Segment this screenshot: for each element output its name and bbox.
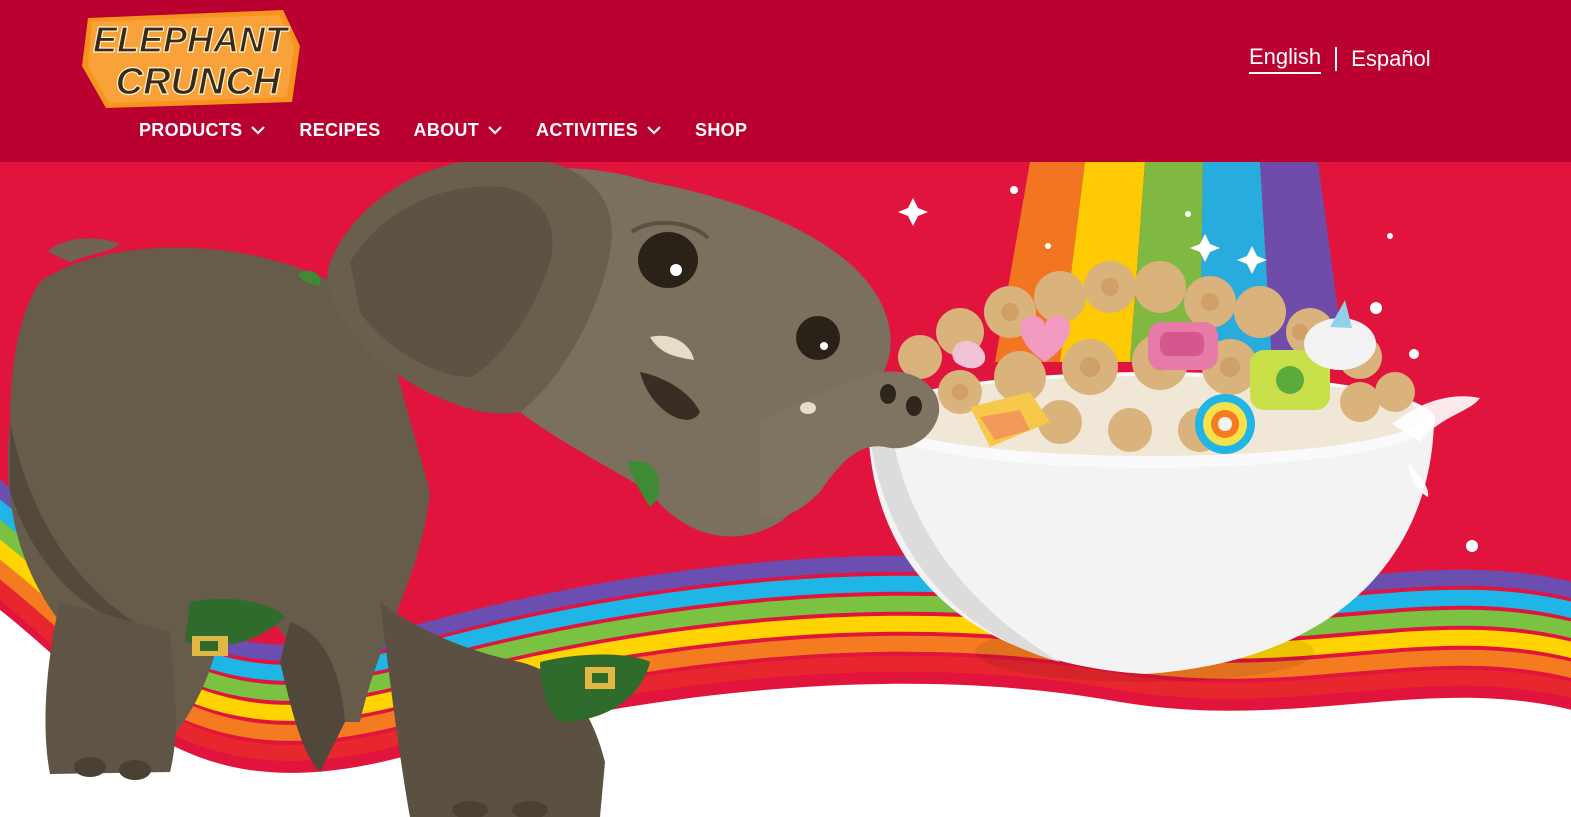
nav-item-products[interactable]: PRODUCTS	[139, 120, 266, 141]
nav-item-shop[interactable]: SHOP	[695, 120, 747, 141]
hero-illustration	[0, 162, 1571, 817]
logo-graphic: ELEPHANT CRUNCH	[82, 10, 300, 108]
chevron-down-icon	[251, 126, 266, 135]
chevron-down-icon	[488, 126, 502, 135]
language-english-link[interactable]: English	[1249, 44, 1322, 74]
nav-item-label: PRODUCTS	[139, 119, 243, 140]
main-navigation: PRODUCTS RECIPES ABOUT ACTIVITIES SHOP	[139, 117, 780, 143]
nav-item-label: SHOP	[695, 119, 748, 140]
nav-item-about[interactable]: ABOUT	[414, 120, 504, 141]
nav-item-recipes[interactable]: RECIPES	[299, 120, 380, 141]
language-switcher: English Español	[1249, 44, 1431, 74]
nav-item-label: ABOUT	[413, 119, 480, 140]
logo-text-line1: ELEPHANT	[93, 19, 290, 60]
language-divider	[1335, 47, 1338, 71]
hero-banner	[0, 162, 1571, 817]
language-espanol-link[interactable]: Español	[1351, 46, 1431, 72]
nav-item-label: RECIPES	[299, 119, 381, 140]
site-header: ELEPHANT CRUNCH English Español PRODUCTS…	[0, 0, 1571, 162]
brand-logo[interactable]: ELEPHANT CRUNCH	[78, 6, 303, 110]
chevron-down-icon	[647, 126, 661, 135]
logo-text-line2: CRUNCH	[116, 61, 282, 103]
nav-item-label: ACTIVITIES	[536, 119, 639, 140]
nav-item-activities[interactable]: ACTIVITIES	[536, 120, 662, 141]
